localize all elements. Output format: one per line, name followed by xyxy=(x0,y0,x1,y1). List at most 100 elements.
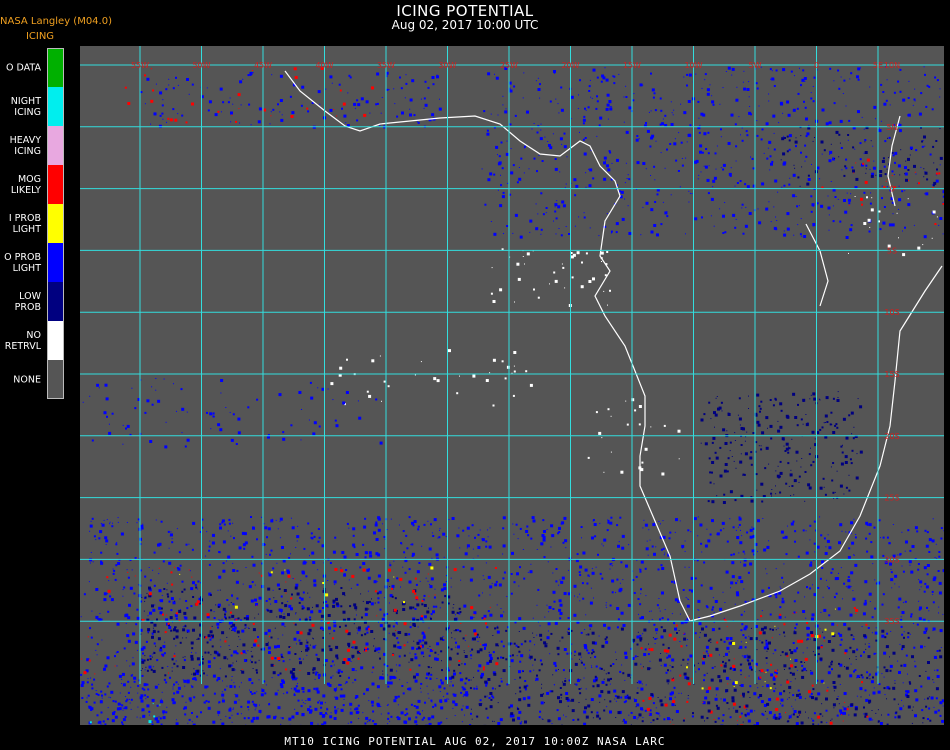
icing-patch xyxy=(350,661,352,662)
icing-patch xyxy=(583,722,587,725)
icing-patch xyxy=(122,595,124,597)
legend-item: I PROB LIGHT xyxy=(0,204,66,243)
icing-patch xyxy=(732,702,736,706)
icing-patch xyxy=(375,103,378,106)
icing-patch xyxy=(711,463,713,464)
icing-patch xyxy=(675,624,678,627)
icing-patch xyxy=(448,519,450,521)
icing-patch xyxy=(389,675,393,679)
icing-patch xyxy=(247,717,250,720)
icing-patch xyxy=(500,680,503,683)
icing-patch xyxy=(769,399,772,401)
icing-patch xyxy=(700,112,704,116)
icing-patch xyxy=(409,626,412,629)
icing-patch xyxy=(168,78,170,80)
icing-patch xyxy=(823,682,825,684)
icing-patch xyxy=(279,521,281,523)
icing-patch xyxy=(469,687,472,690)
icing-patch xyxy=(469,650,471,652)
icing-patch xyxy=(703,679,705,682)
icing-patch xyxy=(409,668,412,671)
icing-patch xyxy=(793,630,795,632)
icing-patch xyxy=(270,663,274,667)
map-background xyxy=(80,46,944,725)
icing-patch xyxy=(237,417,241,421)
icing-patch xyxy=(539,625,541,627)
icing-patch xyxy=(844,649,848,653)
icing-patch xyxy=(539,633,543,637)
icing-patch xyxy=(844,652,847,655)
icing-patch xyxy=(373,723,377,725)
icing-patch xyxy=(697,516,699,518)
icing-patch xyxy=(774,179,778,183)
icing-patch xyxy=(826,421,829,423)
icing-patch xyxy=(824,422,826,423)
icing-patch xyxy=(923,235,927,239)
icing-patch xyxy=(735,467,737,469)
icing-patch xyxy=(873,652,876,655)
icing-patch xyxy=(430,667,432,669)
icing-patch xyxy=(860,654,862,657)
icing-patch xyxy=(719,529,722,532)
icing-patch xyxy=(307,632,311,636)
icing-patch xyxy=(433,596,436,599)
icing-patch xyxy=(670,670,672,672)
icing-patch xyxy=(129,702,131,704)
icing-patch xyxy=(891,587,893,589)
icing-map[interactable]: 55W 50W 45W 40W 35W 30W 25W 20W 15W 10W 5W 0 5E 10N5N… xyxy=(80,46,944,725)
icing-patch xyxy=(386,578,390,582)
icing-patch xyxy=(725,570,729,574)
icing-patch xyxy=(409,652,411,654)
icing-patch xyxy=(595,107,598,110)
icing-patch xyxy=(145,698,147,700)
icing-patch xyxy=(734,432,736,434)
icing-patch xyxy=(600,251,604,255)
icing-patch xyxy=(703,655,707,658)
icing-patch xyxy=(673,622,676,625)
icing-patch xyxy=(616,695,620,699)
icing-patch xyxy=(777,465,779,467)
icing-patch xyxy=(648,111,650,113)
icing-patch xyxy=(150,99,154,103)
icing-patch xyxy=(155,389,157,391)
icing-patch xyxy=(740,613,743,616)
icing-patch xyxy=(473,676,474,678)
icing-patch xyxy=(561,576,565,580)
icing-patch xyxy=(772,78,775,81)
icing-patch xyxy=(560,697,562,699)
icing-patch xyxy=(773,206,775,208)
icing-patch xyxy=(565,692,569,695)
icing-patch xyxy=(242,643,246,647)
icing-patch xyxy=(902,705,904,707)
icing-patch xyxy=(768,698,772,702)
icing-patch xyxy=(713,411,716,415)
icing-patch xyxy=(644,523,648,527)
icing-patch xyxy=(875,627,877,629)
icing-patch xyxy=(477,640,479,642)
icing-patch xyxy=(786,100,790,104)
icing-patch xyxy=(200,711,202,714)
icing-patch xyxy=(554,167,558,171)
icing-patch xyxy=(636,161,640,165)
icing-patch xyxy=(372,720,375,723)
icing-patch xyxy=(573,584,577,588)
icing-patch xyxy=(834,491,836,493)
icing-patch xyxy=(256,671,258,674)
icing-patch xyxy=(560,580,564,584)
icing-patch xyxy=(131,569,133,571)
icing-patch xyxy=(701,216,703,219)
icing-patch xyxy=(743,588,745,590)
icing-patch xyxy=(849,78,851,80)
icing-patch xyxy=(345,391,349,394)
icing-patch xyxy=(134,557,137,560)
icing-patch xyxy=(190,587,194,591)
icing-patch xyxy=(562,204,566,208)
icing-patch xyxy=(265,544,266,546)
icing-patch xyxy=(810,394,812,396)
icing-patch xyxy=(232,522,234,524)
icing-patch xyxy=(567,629,569,630)
icing-patch xyxy=(627,174,629,176)
icing-patch xyxy=(268,651,271,654)
icing-patch xyxy=(591,665,592,667)
icing-patch xyxy=(624,655,628,659)
